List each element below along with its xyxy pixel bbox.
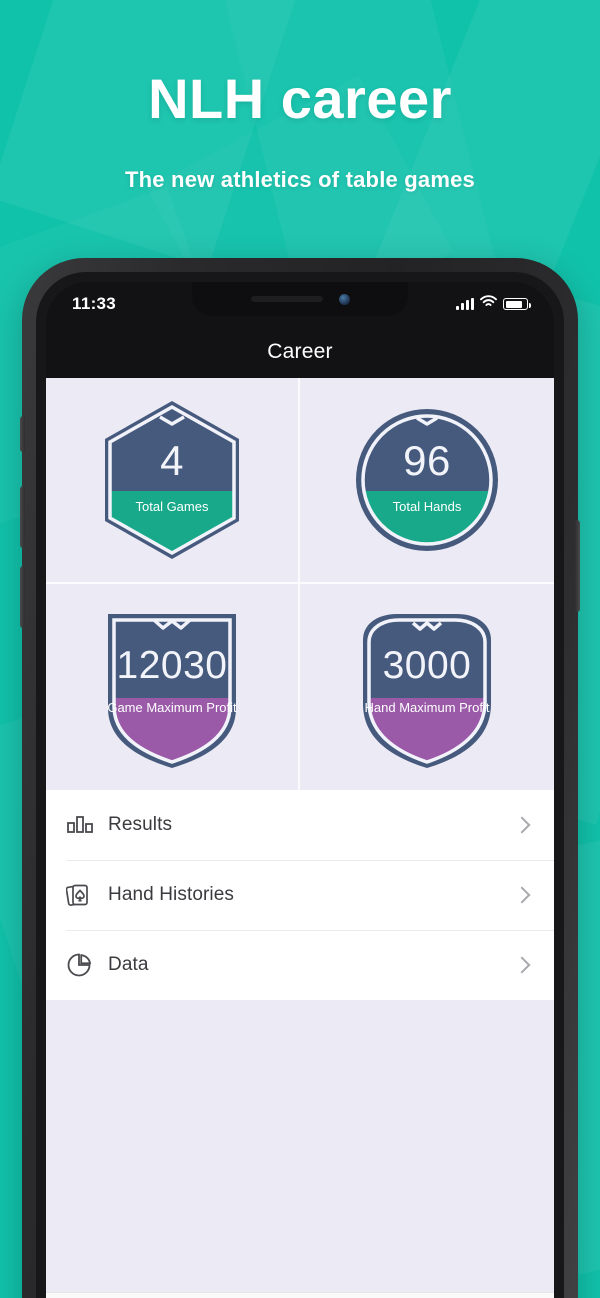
menu-item-data[interactable]: Data [46, 930, 554, 1000]
pie-chart-icon [66, 952, 100, 978]
chevron-right-icon [513, 816, 531, 834]
stats-grid: 4 Total Games 96 Total Hands 12030 Game … [46, 378, 554, 790]
stat-label: Total Games [135, 499, 209, 514]
front-camera-icon [338, 293, 350, 305]
phone-bezel: 11:33 Career 4 Total Games 96 Total Hand… [36, 272, 564, 1298]
menu-item-hand-histories[interactable]: Hand Histories [46, 860, 554, 930]
stat-card-game-maximum-profit[interactable]: 12030 Game Maximum Profit [46, 584, 300, 790]
chevron-right-icon [513, 886, 531, 904]
empty-area [46, 1000, 554, 1170]
stat-value: 4 [160, 437, 184, 484]
menu-list: Results Hand Histories Data [46, 790, 554, 1000]
chevron-right-icon [513, 956, 531, 974]
status-icons [456, 295, 531, 313]
stat-card-total-hands[interactable]: 96 Total Hands [300, 378, 554, 584]
crest-badge-icon: 3000 Hand Maximum Profit [347, 602, 507, 772]
bar-chart-icon [66, 813, 100, 837]
notch [192, 282, 408, 316]
stat-label: Game Maximum Profit [107, 700, 237, 715]
shield-badge-icon: 12030 Game Maximum Profit [92, 602, 252, 772]
menu-item-label: Hand Histories [108, 884, 235, 905]
status-time: 11:33 [72, 294, 117, 313]
stat-value: 12030 [116, 644, 228, 687]
nav-bar: Career [46, 326, 554, 378]
hero-title: NLH career [148, 67, 452, 130]
stat-card-hand-maximum-profit[interactable]: 3000 Hand Maximum Profit [300, 584, 554, 790]
hero-section: NLH career The new athletics of table ga… [0, 67, 600, 193]
stat-value: 96 [403, 437, 451, 484]
app-content: 4 Total Games 96 Total Hands 12030 Game … [46, 378, 554, 1298]
stat-label: Hand Maximum Profit [364, 700, 490, 715]
stat-card-total-games[interactable]: 4 Total Games [46, 378, 300, 584]
phone-mockup: 11:33 Career 4 Total Games 96 Total Hand… [20, 258, 580, 1298]
battery-icon [503, 298, 531, 310]
hexagon-badge-icon: 4 Total Games [92, 395, 252, 565]
menu-item-results[interactable]: Results [46, 790, 554, 860]
signal-bars-icon [456, 298, 474, 310]
wifi-icon [480, 295, 497, 313]
hero-subtitle: The new athletics of table games [125, 166, 475, 192]
power-button[interactable] [575, 520, 580, 612]
page-title: Career [267, 340, 333, 363]
stat-value: 3000 [382, 644, 472, 687]
circle-badge-icon: 96 Total Hands [347, 395, 507, 565]
earpiece-speaker-icon [250, 296, 323, 302]
promo-screenshot: NLH career The new athletics of table ga… [0, 0, 600, 1298]
volume-up-button[interactable] [20, 486, 25, 548]
mute-switch[interactable] [20, 416, 25, 452]
menu-item-label: Results [108, 814, 173, 835]
playing-cards-icon [66, 882, 100, 908]
volume-down-button[interactable] [20, 566, 25, 628]
stat-label: Total Hands [392, 499, 462, 514]
phone-screen: 11:33 Career 4 Total Games 96 Total Hand… [46, 282, 554, 1298]
tab-bar: Career Club [46, 1292, 554, 1298]
menu-item-label: Data [108, 954, 149, 975]
